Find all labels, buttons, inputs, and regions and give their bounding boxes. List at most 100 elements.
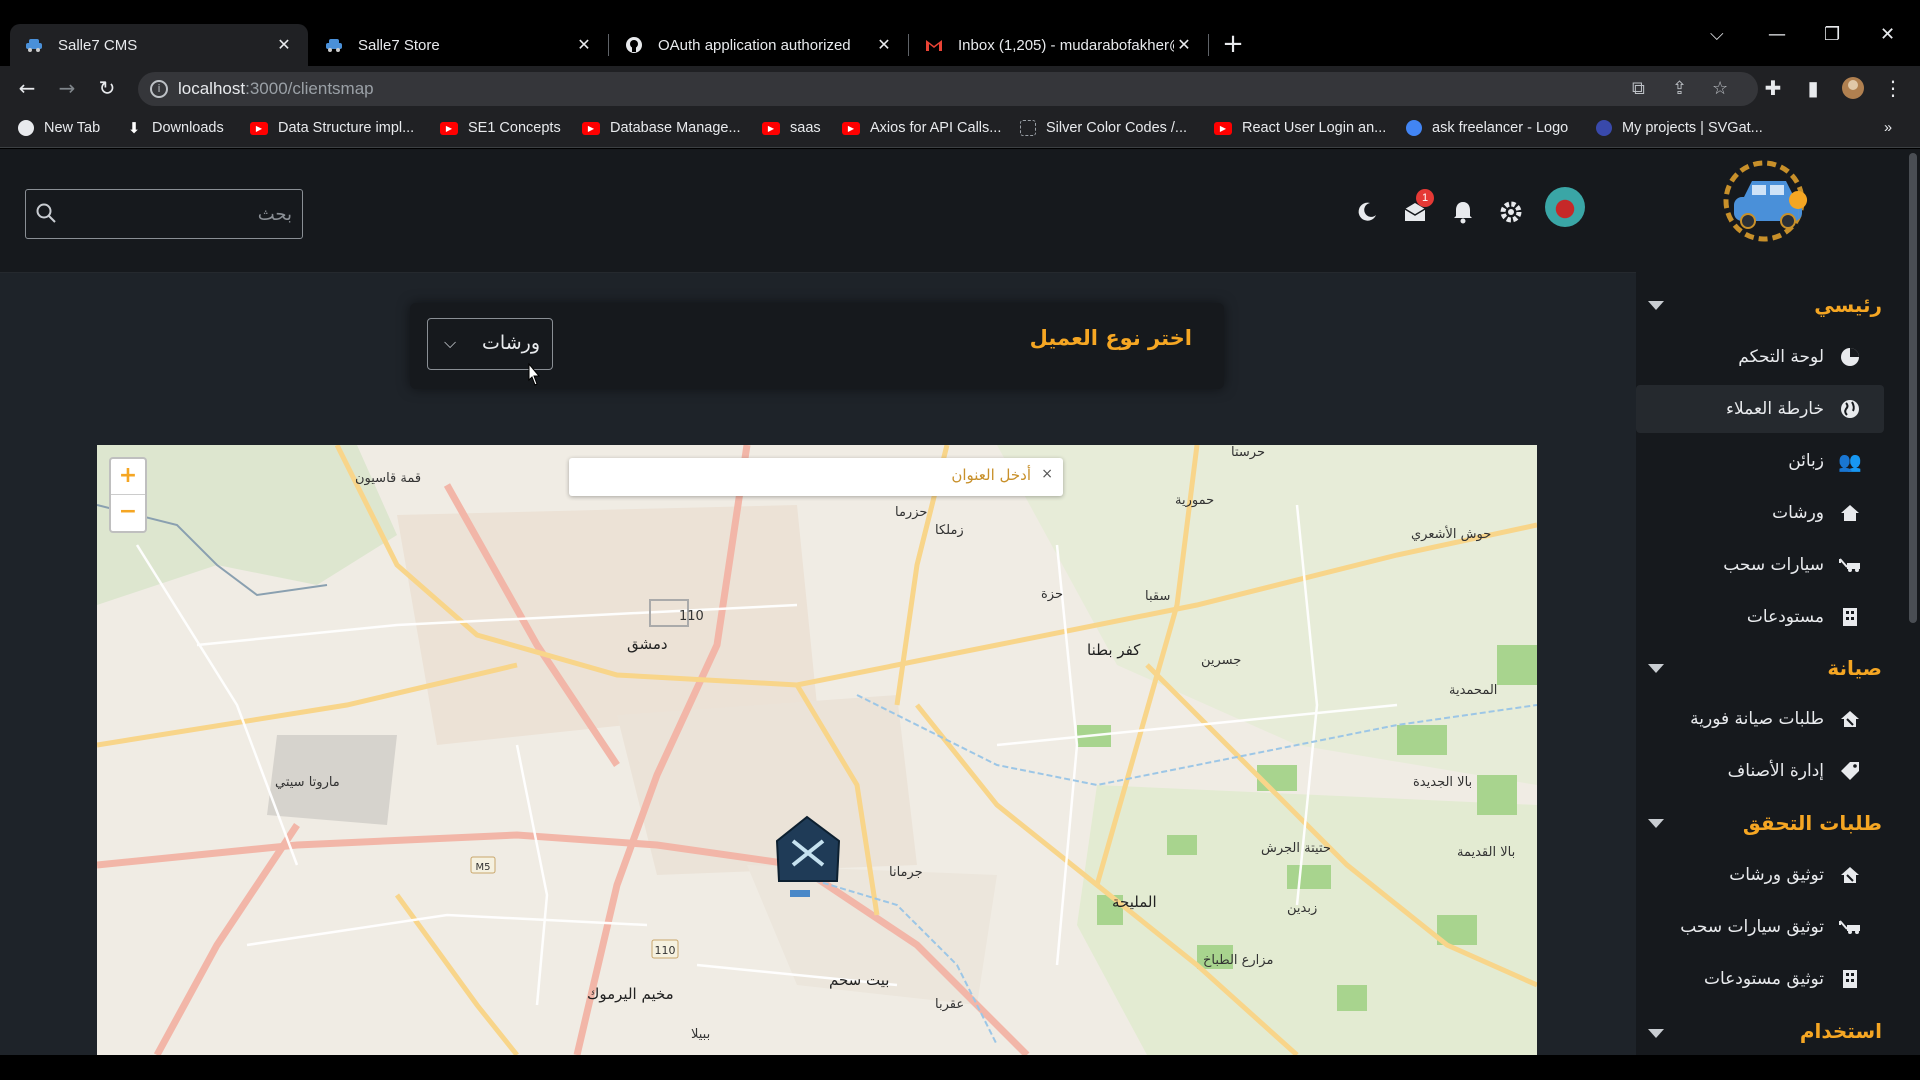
- overflow-chevron-icon: »: [1884, 120, 1893, 136]
- sidebar-item-instant-maintenance[interactable]: طلبات صيانة فورية: [1636, 695, 1884, 743]
- bookmark-item[interactable]: ▶ SE1 Concepts: [440, 120, 561, 136]
- bookmark-item[interactable]: ▶ React User Login an...: [1214, 120, 1386, 136]
- browser-menu-icon[interactable]: ⋮: [1880, 76, 1906, 100]
- section-collapse-caret-icon[interactable]: [1648, 819, 1664, 828]
- tab-title: Inbox (1,205) - mudarabofakher@: [958, 36, 1174, 54]
- sidebar-item-customers[interactable]: زبائن 👥: [1636, 437, 1884, 485]
- sidebar-item-categories[interactable]: إدارة الأصناف: [1636, 747, 1884, 795]
- bookmark-item[interactable]: ▶ Axios for API Calls...: [842, 120, 1001, 136]
- user-avatar[interactable]: [1545, 187, 1585, 227]
- car-icon: [324, 35, 344, 55]
- map-label: سقبا: [1145, 589, 1171, 604]
- address-search-geocoder[interactable]: × أدخل العنوان: [569, 458, 1063, 496]
- users-icon: 👥: [1838, 450, 1862, 473]
- minimize-icon[interactable]: —: [1768, 24, 1786, 45]
- sidebar-item-verify-workshops[interactable]: توثيق ورشات: [1636, 851, 1884, 899]
- bookmark-item[interactable]: ▶ Data Structure impl...: [250, 120, 414, 136]
- sidebar-item-clients-map[interactable]: خارطة العملاء: [1636, 385, 1884, 433]
- tab-oauth[interactable]: OAuth application authorized ✕: [610, 24, 908, 66]
- side-panel-icon[interactable]: ▮: [1800, 76, 1826, 100]
- page-scrollbar[interactable]: [1906, 149, 1920, 1055]
- clients-map[interactable]: 110 M5 دمشق زملكا سقبا كفر بطنا حمورية ح…: [97, 445, 1537, 1055]
- section-collapse-caret-icon[interactable]: [1648, 301, 1664, 310]
- close-icon[interactable]: ✕: [274, 35, 294, 55]
- tab-salle7-cms[interactable]: Salle7 CMS ✕: [10, 24, 308, 66]
- tab-title: Salle7 CMS: [58, 36, 138, 54]
- tab-search-chevron-icon[interactable]: ⌵: [1710, 24, 1724, 45]
- sidebar-item-verify-warehouses[interactable]: توثيق مستودعات: [1636, 955, 1884, 1003]
- back-arrow-icon[interactable]: ←: [14, 76, 40, 100]
- map-label: 110: [679, 609, 704, 624]
- restore-icon[interactable]: ❐: [1824, 24, 1840, 45]
- close-icon[interactable]: ✕: [574, 35, 594, 55]
- section-collapse-caret-icon[interactable]: [1648, 1029, 1664, 1038]
- tag-icon: [1838, 759, 1862, 783]
- bookmark-label: Downloads: [152, 120, 224, 136]
- bookmark-label: Silver Color Codes /...: [1046, 120, 1188, 136]
- map-label: قمة قاسيون: [355, 471, 422, 486]
- notification-badge: 1: [1416, 189, 1434, 207]
- bookmarks-overflow-button[interactable]: »: [1884, 120, 1892, 136]
- zoom-out-button[interactable]: −: [111, 495, 145, 531]
- messages-button[interactable]: 1: [1400, 189, 1434, 227]
- translate-icon[interactable]: ⧉: [1632, 78, 1645, 99]
- extensions-puzzle-icon[interactable]: ✚: [1760, 76, 1786, 100]
- close-icon[interactable]: ✕: [1174, 35, 1194, 55]
- reload-icon[interactable]: ↻: [94, 76, 120, 100]
- bookmark-label: New Tab: [44, 120, 101, 136]
- zoom-in-button[interactable]: +: [111, 459, 145, 495]
- forward-arrow-icon[interactable]: →: [54, 76, 80, 100]
- geocoder-clear-button[interactable]: ×: [1041, 466, 1053, 482]
- bookmark-label: Database Manage...: [610, 120, 741, 136]
- bookmark-item[interactable]: ▶ Database Manage...: [582, 120, 741, 136]
- map-label: ببيلا: [691, 1027, 711, 1042]
- search-input[interactable]: [66, 198, 292, 230]
- map-tiles[interactable]: 110 M5: [97, 445, 1537, 1055]
- sidebar-item-label: سيارات سحب: [1723, 555, 1824, 575]
- bookmark-item[interactable]: ⬇ Downloads: [126, 120, 224, 137]
- sidebar-item-verify-tow-trucks[interactable]: توثيق سيارات سحب: [1636, 903, 1884, 951]
- close-icon[interactable]: ✕: [874, 35, 894, 55]
- bookmark-star-icon[interactable]: ☆: [1712, 78, 1728, 99]
- scrollbar-thumb[interactable]: [1909, 153, 1917, 623]
- youtube-icon: ▶: [440, 121, 458, 135]
- sidebar-item-warehouses[interactable]: مستودعات: [1636, 593, 1884, 641]
- address-bar[interactable]: i localhost:3000/clientsmap ⧉ ⇪ ☆: [138, 72, 1758, 106]
- map-label: حتيتة الجرش: [1261, 841, 1331, 856]
- share-icon[interactable]: ⇪: [1672, 78, 1687, 99]
- map-label: المحمدية: [1449, 683, 1498, 698]
- sidebar-item-workshops[interactable]: ورشات: [1636, 489, 1884, 537]
- new-tab-button[interactable]: +: [1218, 30, 1248, 60]
- map-label: زبدين: [1287, 901, 1318, 916]
- map-label: حزرما: [895, 505, 928, 520]
- gear-icon[interactable]: [1496, 197, 1526, 227]
- youtube-icon: ▶: [582, 121, 600, 135]
- map-label: بالا القديمة: [1457, 845, 1516, 860]
- bookmark-item[interactable]: ▶ saas: [762, 120, 821, 136]
- sidebar-item-dashboard[interactable]: لوحة التحكم: [1636, 333, 1884, 381]
- map-zoom-control: + −: [109, 457, 147, 533]
- bookmark-item[interactable]: New Tab: [18, 120, 100, 136]
- sidebar-item-label: إدارة الأصناف: [1727, 761, 1824, 781]
- window-close-icon[interactable]: ✕: [1880, 24, 1895, 45]
- map-label: حوش الأشعري: [1411, 527, 1492, 542]
- sidebar-item-label: توثيق مستودعات: [1703, 969, 1824, 989]
- sidebar-item-tow-trucks[interactable]: سيارات سحب: [1636, 541, 1884, 589]
- search-box[interactable]: [25, 189, 303, 239]
- bookmark-item[interactable]: Silver Color Codes /...: [1020, 120, 1187, 136]
- dark-mode-moon-icon[interactable]: [1352, 197, 1382, 227]
- profile-avatar-icon[interactable]: [1840, 76, 1866, 105]
- bookmark-item[interactable]: ask freelancer - Logo: [1406, 120, 1568, 136]
- url-host: localhost: [178, 79, 246, 98]
- map-label: عقربا: [935, 997, 965, 1012]
- url-text[interactable]: localhost:3000/clientsmap: [178, 79, 374, 99]
- section-title-usage: استخدام: [1799, 1019, 1882, 1043]
- bookmark-label: saas: [790, 120, 821, 136]
- bookmark-item[interactable]: My projects | SVGat...: [1596, 120, 1763, 136]
- site-info-icon[interactable]: i: [150, 80, 168, 98]
- section-collapse-caret-icon[interactable]: [1648, 664, 1664, 673]
- bell-icon[interactable]: [1448, 197, 1478, 227]
- tab-salle7-store[interactable]: Salle7 Store ✕: [310, 24, 608, 66]
- tab-gmail-inbox[interactable]: Inbox (1,205) - mudarabofakher@ ✕: [910, 24, 1208, 66]
- bookmark-label: ask freelancer - Logo: [1432, 120, 1569, 136]
